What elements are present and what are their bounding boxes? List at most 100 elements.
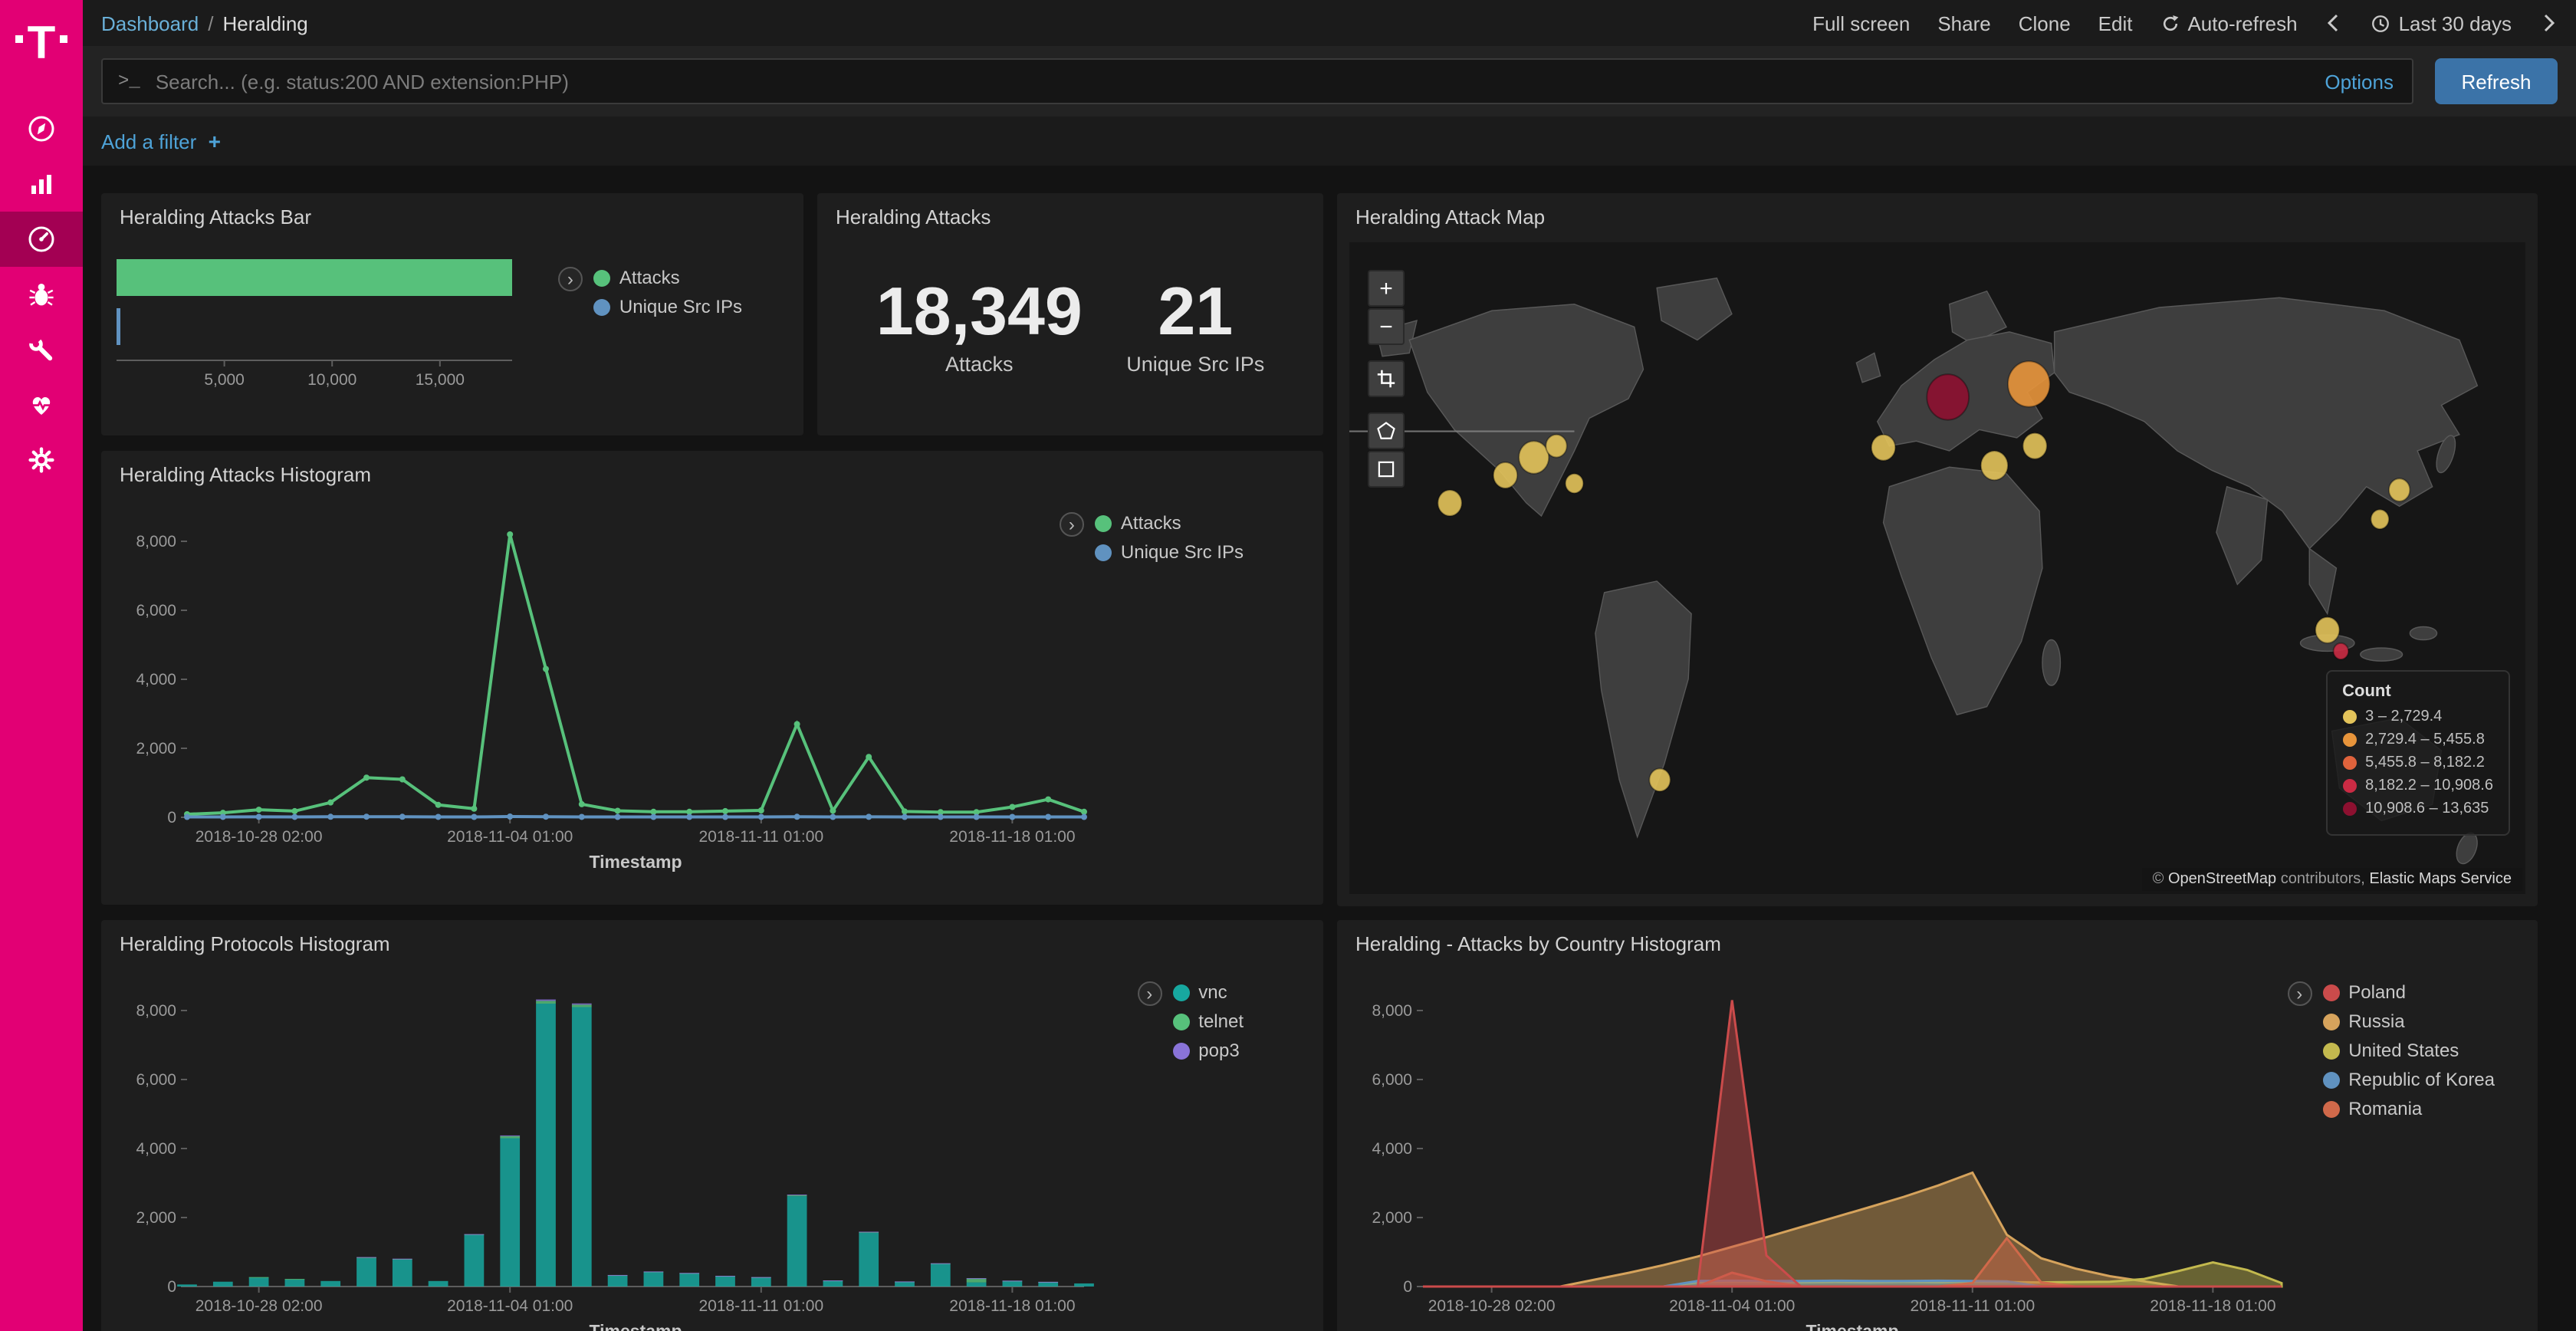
panel-title: Heralding Attacks Histogram bbox=[101, 451, 1323, 489]
legend-item[interactable]: Russia bbox=[2322, 1011, 2495, 1032]
panel-heralding-attacks-bar: Heralding Attacks Bar 5,00010,00015,000 … bbox=[101, 193, 803, 435]
svg-text:2018-11-18 01:00: 2018-11-18 01:00 bbox=[949, 828, 1075, 846]
svg-text:8,000: 8,000 bbox=[1372, 1002, 1412, 1020]
legend-item[interactable]: pop3 bbox=[1172, 1040, 1244, 1061]
legend-items: Poland Russia United States Republic of Kor… bbox=[2322, 981, 2495, 1127]
sidebar-item-dashboard[interactable] bbox=[0, 212, 83, 267]
metric-container: 18,349 Attacks 21 Unique Src IPs bbox=[817, 232, 1323, 422]
sidebar-item-monitoring[interactable] bbox=[0, 377, 83, 432]
svg-text:2,000: 2,000 bbox=[136, 740, 176, 758]
bug-icon bbox=[26, 279, 57, 310]
svg-text:4,000: 4,000 bbox=[136, 1140, 176, 1158]
share-button[interactable]: Share bbox=[1937, 12, 1990, 35]
svg-text:2018-11-11 01:00: 2018-11-11 01:00 bbox=[698, 828, 823, 846]
time-forward-button[interactable] bbox=[2539, 14, 2558, 32]
time-back-button[interactable] bbox=[2325, 14, 2344, 32]
legend-item[interactable]: Unique Src IPs bbox=[593, 296, 742, 317]
query-options-link[interactable]: Options bbox=[2325, 70, 2394, 93]
crop-icon bbox=[1375, 368, 1397, 389]
gauge-icon bbox=[26, 224, 57, 255]
legend-item[interactable]: Republic of Korea bbox=[2322, 1069, 2495, 1090]
chevron-left-icon bbox=[2328, 14, 2341, 32]
legend-toggle-icon[interactable]: › bbox=[558, 267, 583, 291]
map-legend-row: 3 – 2,729.4 bbox=[2342, 708, 2493, 725]
svg-text:6,000: 6,000 bbox=[136, 602, 176, 619]
panel-title: Heralding - Attacks by Country Histogram bbox=[1337, 920, 2538, 958]
panel-title: Heralding Protocols Histogram bbox=[101, 920, 1323, 958]
draw-rectangle-button[interactable] bbox=[1368, 451, 1405, 488]
metric-label: Attacks bbox=[876, 352, 1083, 375]
zoom-out-button[interactable]: − bbox=[1368, 308, 1405, 345]
fit-bounds-button[interactable] bbox=[1368, 360, 1405, 397]
protocols-histogram-chart[interactable]: 02,0004,0006,0008,0002018-10-28 02:00201… bbox=[110, 965, 1099, 1331]
telekom-logo[interactable]: T bbox=[0, 0, 83, 89]
legend-toggle-icon[interactable]: › bbox=[2287, 981, 2312, 1006]
compass-icon bbox=[26, 113, 57, 144]
wrench-icon bbox=[26, 334, 57, 365]
legend-item[interactable]: Poland bbox=[2322, 981, 2495, 1003]
svg-text:0: 0 bbox=[167, 1278, 176, 1296]
sidebar-item-compass[interactable] bbox=[0, 101, 83, 156]
clone-button[interactable]: Clone bbox=[2019, 12, 2071, 35]
panel-title: Heralding Attacks bbox=[817, 193, 1323, 232]
attacks-histogram-chart[interactable]: 02,0004,0006,0008,0002018-10-28 02:00201… bbox=[110, 495, 1099, 882]
sidebar-item-attacks[interactable] bbox=[0, 267, 83, 322]
country-histogram-chart[interactable]: 02,0004,0006,0008,0002018-10-28 02:00201… bbox=[1346, 965, 2297, 1331]
elastic-maps-service-link[interactable]: Elastic Maps Service bbox=[2369, 871, 2512, 888]
logo-letter: T bbox=[28, 21, 56, 67]
svg-text:2,000: 2,000 bbox=[136, 1209, 176, 1227]
edit-button[interactable]: Edit bbox=[2098, 12, 2133, 35]
query-bar: >_ Options Refresh bbox=[83, 46, 2576, 117]
legend-toggle-icon[interactable]: › bbox=[1137, 981, 1162, 1006]
metric-value: 18,349 bbox=[876, 278, 1083, 349]
sidebar-item-visualize[interactable] bbox=[0, 156, 83, 212]
breadcrumb-current: Heralding bbox=[222, 12, 307, 35]
draw-polygon-button[interactable] bbox=[1368, 412, 1405, 449]
svg-text:2018-10-28 02:00: 2018-10-28 02:00 bbox=[196, 1297, 323, 1315]
sidebar-item-tools[interactable] bbox=[0, 322, 83, 377]
svg-text:2,000: 2,000 bbox=[1372, 1209, 1412, 1227]
svg-text:0: 0 bbox=[1403, 1278, 1412, 1296]
legend-item[interactable]: vnc bbox=[1172, 981, 1244, 1003]
metric-label: Unique Src IPs bbox=[1126, 352, 1264, 375]
legend-item[interactable]: telnet bbox=[1172, 1011, 1244, 1032]
svg-text:2018-11-04 01:00: 2018-11-04 01:00 bbox=[447, 1297, 573, 1315]
legend-items: Attacks Unique Src IPs bbox=[1095, 512, 1244, 570]
breadcrumb-dashboard-link[interactable]: Dashboard bbox=[101, 12, 199, 35]
plus-icon: + bbox=[209, 129, 221, 153]
svg-text:Timestamp: Timestamp bbox=[589, 1321, 682, 1331]
clock-icon bbox=[2371, 13, 2391, 33]
svg-text:6,000: 6,000 bbox=[1372, 1071, 1412, 1089]
legend-item[interactable]: United States bbox=[2322, 1040, 2495, 1061]
gear-icon bbox=[26, 445, 57, 475]
attacks-bar-chart[interactable]: 5,00010,00015,000 bbox=[110, 250, 570, 403]
metric-value: 21 bbox=[1126, 278, 1264, 349]
svg-text:6,000: 6,000 bbox=[136, 1071, 176, 1089]
attack-map[interactable]: + − bbox=[1349, 242, 2525, 894]
add-filter-button[interactable]: Add a filter + bbox=[101, 129, 221, 153]
legend-items: Attacks Unique Src IPs bbox=[593, 267, 742, 325]
legend-item[interactable]: Unique Src IPs bbox=[1095, 541, 1244, 563]
svg-text:2018-10-28 02:00: 2018-10-28 02:00 bbox=[196, 828, 323, 846]
legend-item[interactable]: Romania bbox=[2322, 1098, 2495, 1119]
fullscreen-button[interactable]: Full screen bbox=[1812, 12, 1910, 35]
time-picker-button[interactable]: Last 30 days bbox=[2371, 12, 2512, 35]
svg-text:2018-11-11 01:00: 2018-11-11 01:00 bbox=[1910, 1297, 2035, 1315]
openstreetmap-link[interactable]: OpenStreetMap bbox=[2168, 871, 2276, 888]
copyright-symbol: © bbox=[2153, 871, 2168, 888]
search-input[interactable] bbox=[153, 68, 2313, 94]
auto-refresh-button[interactable]: Auto-refresh bbox=[2160, 12, 2297, 35]
map-legend-row: 10,908.6 – 13,635 bbox=[2342, 800, 2493, 817]
legend-item[interactable]: Attacks bbox=[1095, 512, 1244, 534]
legend-item[interactable]: Attacks bbox=[593, 267, 742, 288]
zoom-in-button[interactable]: + bbox=[1368, 270, 1405, 307]
sidebar-item-management[interactable] bbox=[0, 432, 83, 488]
terminal-prompt-icon: >_ bbox=[118, 71, 140, 92]
kibana-dashboard: T bbox=[0, 0, 2576, 1331]
bar-chart-icon bbox=[26, 169, 57, 199]
breadcrumb-separator: / bbox=[208, 12, 213, 35]
add-filter-label: Add a filter bbox=[101, 130, 196, 153]
legend-toggle-icon[interactable]: › bbox=[1060, 512, 1084, 537]
refresh-button[interactable]: Refresh bbox=[2435, 58, 2558, 104]
svg-text:2018-11-18 01:00: 2018-11-18 01:00 bbox=[2150, 1297, 2275, 1315]
